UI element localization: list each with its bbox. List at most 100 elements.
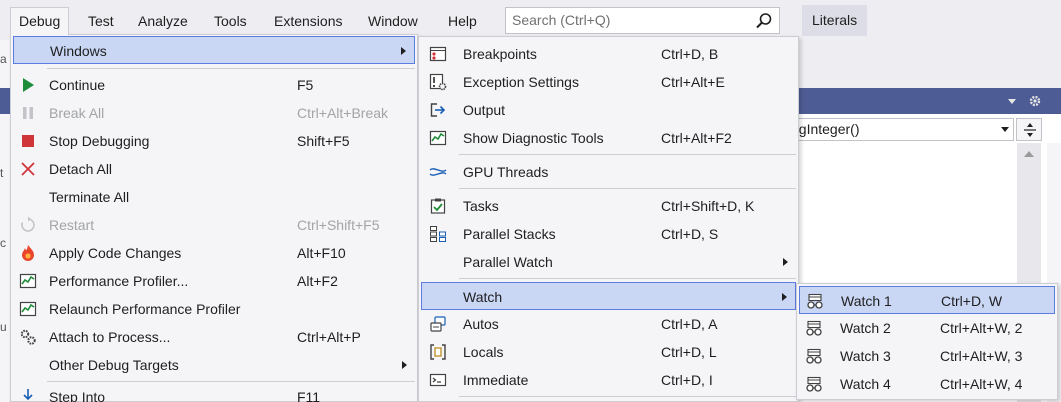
chevron-down-icon	[1001, 127, 1009, 132]
debug-menu-windows[interactable]: Windows	[13, 36, 415, 64]
menu-separator	[459, 188, 796, 189]
debug-menu: Windows Continue F5 Break All Ctrl+Alt+B…	[10, 34, 418, 402]
menu-help[interactable]: Help	[440, 8, 485, 34]
menu-item-shortcut: Ctrl+Alt+W, 3	[940, 348, 1023, 364]
menu-separator	[459, 278, 796, 279]
menu-test[interactable]: Test	[80, 8, 122, 34]
menu-item-label: Windows	[50, 43, 107, 59]
scroll-up-icon[interactable]	[1024, 151, 1034, 157]
split-icon	[1024, 123, 1036, 137]
menu-item-shortcut: Ctrl+Alt+Break	[297, 105, 389, 121]
continue-icon	[23, 78, 34, 92]
locals-icon	[430, 344, 446, 360]
watch-menu-watch-2[interactable]: Watch 2 Ctrl+Alt+W, 2	[799, 314, 1055, 342]
menu-item-label: Parallel Watch	[463, 254, 553, 270]
windows-submenu: Breakpoints Ctrl+D, B Exception Settings…	[418, 36, 799, 402]
menu-item-shortcut: Shift+F5	[297, 133, 350, 149]
menu-item-label: Continue	[49, 77, 106, 93]
debug-menu-step-into[interactable]: Step Into F11	[13, 383, 415, 402]
menu-analyze[interactable]: Analyze	[130, 8, 196, 34]
debug-menu-other-debug-targets[interactable]: Other Debug Targets	[13, 351, 415, 379]
autos-icon	[430, 316, 446, 332]
member-combo-text: ngInteger()	[791, 121, 860, 137]
menu-extensions[interactable]: Extensions	[266, 8, 350, 34]
menu-item-label: Attach to Process...	[49, 329, 171, 345]
gear-icon[interactable]	[1028, 94, 1042, 108]
output-icon	[430, 103, 446, 117]
menu-item-label: Break All	[49, 105, 105, 121]
menu-item-shortcut: Ctrl+Alt+W, 4	[940, 376, 1023, 392]
menu-item-shortcut: Ctrl+Alt+W, 2	[940, 320, 1023, 336]
debug-menu-relaunch-profiler[interactable]: Relaunch Performance Profiler	[13, 295, 415, 323]
submenu-arrow-icon	[402, 361, 407, 369]
menu-item-label: Parallel Stacks	[463, 226, 556, 242]
menu-item-label: Tasks	[463, 198, 499, 214]
menu-item-shortcut: Ctrl+D, W	[941, 293, 1003, 309]
menu-item-shortcut: Ctrl+D, B	[661, 46, 719, 62]
submenu-arrow-icon	[782, 293, 787, 301]
menu-item-label: Relaunch Performance Profiler	[49, 301, 241, 317]
windows-menu-breakpoints[interactable]: Breakpoints Ctrl+D, B	[421, 40, 796, 68]
debug-menu-performance-profiler[interactable]: Performance Profiler... Alt+F2	[13, 267, 415, 295]
windows-menu-watch[interactable]: Watch	[421, 282, 796, 310]
windows-menu-parallel-stacks[interactable]: Parallel Stacks Ctrl+D, S	[421, 220, 796, 248]
debug-menu-terminate-all[interactable]: Terminate All	[13, 183, 415, 211]
submenu-arrow-icon	[783, 258, 788, 266]
debug-menu-detach-all[interactable]: Detach All	[13, 155, 415, 183]
stop-icon	[22, 135, 34, 147]
menu-debug[interactable]: Debug	[10, 7, 70, 35]
watch-icon	[807, 293, 823, 309]
windows-menu-locals[interactable]: Locals Ctrl+D, L	[421, 338, 796, 366]
debug-menu-break-all: Break All Ctrl+Alt+Break	[13, 99, 415, 127]
menu-item-shortcut: Alt+F10	[297, 245, 346, 261]
windows-menu-output[interactable]: Output	[421, 96, 796, 124]
windows-menu-parallel-watch[interactable]: Parallel Watch	[421, 248, 796, 276]
watch-menu-watch-1[interactable]: Watch 1 Ctrl+D, W	[799, 286, 1055, 314]
windows-menu-gpu-threads[interactable]: GPU Threads	[421, 158, 796, 186]
menu-item-label: Exception Settings	[463, 74, 579, 90]
menu-window[interactable]: Window	[360, 8, 426, 34]
windows-menu-immediate[interactable]: Immediate Ctrl+D, I	[421, 366, 796, 394]
menu-item-label: Detach All	[49, 161, 113, 177]
menu-item-label: Other Debug Targets	[49, 357, 179, 373]
pause-icon	[23, 107, 33, 119]
immediate-icon	[429, 373, 447, 387]
profiler-icon	[19, 273, 37, 289]
dropdown-arrow-icon	[1008, 99, 1016, 104]
profiler-icon	[19, 301, 37, 317]
menu-item-shortcut: Alt+F2	[297, 273, 338, 289]
windows-menu-autos[interactable]: Autos Ctrl+D, A	[421, 310, 796, 338]
menu-item-shortcut: Ctrl+D, L	[661, 344, 717, 360]
menu-separator	[47, 68, 415, 69]
watch-menu-watch-3[interactable]: Watch 3 Ctrl+Alt+W, 3	[799, 342, 1055, 370]
windows-menu-tasks[interactable]: Tasks Ctrl+Shift+D, K	[421, 192, 796, 220]
watch-submenu: Watch 1 Ctrl+D, W Watch 2 Ctrl+Alt+W, 2 …	[796, 283, 1058, 400]
menu-item-label: Watch	[463, 289, 503, 305]
debug-menu-restart: Restart Ctrl+Shift+F5	[13, 211, 415, 239]
menu-item-label: Breakpoints	[463, 46, 537, 62]
windows-menu-exception-settings[interactable]: Exception Settings Ctrl+Alt+E	[421, 68, 796, 96]
literals-tab[interactable]: Literals	[802, 5, 868, 36]
exception-settings-icon	[429, 73, 447, 91]
menu-tools[interactable]: Tools	[206, 8, 255, 34]
watch-menu-watch-4[interactable]: Watch 4 Ctrl+Alt+W, 4	[799, 370, 1055, 398]
member-combo[interactable]: ngInteger()	[780, 118, 1014, 141]
debug-menu-attach-to-process[interactable]: Attach to Process... Ctrl+Alt+P	[13, 323, 415, 351]
restart-icon	[21, 216, 35, 232]
split-editor-button[interactable]	[1016, 118, 1042, 141]
search-box[interactable]: Search (Ctrl+Q)	[505, 7, 780, 34]
menu-item-label: Locals	[463, 344, 504, 360]
menu-item-label: Stop Debugging	[49, 133, 150, 149]
menu-item-label: Restart	[49, 217, 95, 233]
menu-item-label: Step Into	[49, 389, 106, 402]
windows-menu-show-diagnostic-tools[interactable]: Show Diagnostic Tools Ctrl+Alt+F2	[421, 124, 796, 152]
menu-item-shortcut: Ctrl+Shift+F5	[297, 217, 380, 233]
detach-icon	[21, 162, 35, 176]
menu-item-label: Immediate	[463, 372, 529, 388]
debug-menu-apply-code-changes[interactable]: Apply Code Changes Alt+F10	[13, 239, 415, 267]
menu-item-shortcut: Ctrl+Shift+D, K	[661, 198, 755, 214]
menu-item-label: Watch 3	[840, 348, 891, 364]
hot-reload-icon	[22, 245, 34, 261]
debug-menu-continue[interactable]: Continue F5	[13, 71, 415, 99]
debug-menu-stop-debugging[interactable]: Stop Debugging Shift+F5	[13, 127, 415, 155]
